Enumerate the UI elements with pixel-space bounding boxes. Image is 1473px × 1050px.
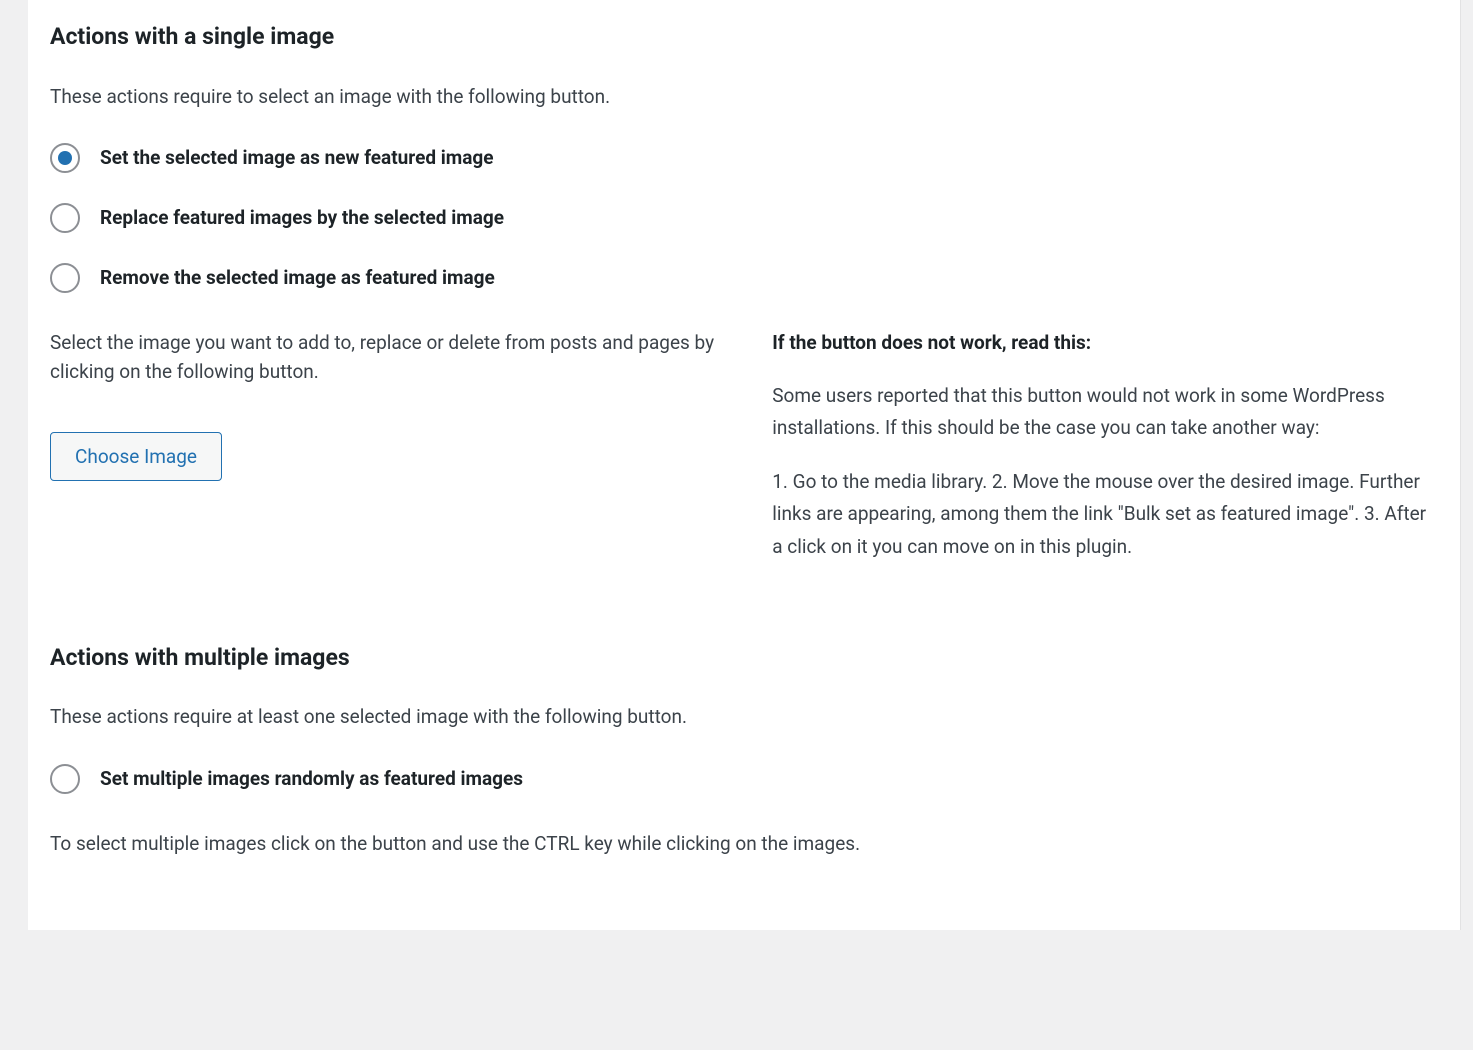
radio-icon [50, 263, 80, 293]
single-image-select-help: Select the image you want to add to, rep… [50, 329, 716, 386]
radio-label-replace: Replace featured images by the selected … [100, 204, 504, 233]
radio-option-remove[interactable]: Remove the selected image as featured im… [50, 263, 1438, 293]
single-image-radio-group: Set the selected image as new featured i… [50, 143, 1438, 293]
single-image-intro: These actions require to select an image… [50, 83, 1438, 112]
multiple-images-heading: Actions with multiple images [50, 641, 1438, 676]
single-image-columns: Select the image you want to add to, rep… [50, 329, 1438, 585]
troubleshoot-para-2: 1. Go to the media library. 2. Move the … [772, 466, 1438, 563]
multiple-images-intro: These actions require at least one selec… [50, 703, 1438, 732]
troubleshoot-heading: If the button does not work, read this: [772, 329, 1438, 358]
single-image-right-col: If the button does not work, read this: … [772, 329, 1438, 585]
radio-label-set: Set the selected image as new featured i… [100, 144, 494, 173]
multiple-images-radio-group: Set multiple images randomly as featured… [50, 764, 1438, 794]
troubleshoot-para-1: Some users reported that this button wou… [772, 380, 1438, 445]
radio-option-set[interactable]: Set the selected image as new featured i… [50, 143, 1438, 173]
settings-panel: Actions with a single image These action… [28, 0, 1461, 930]
choose-image-button[interactable]: Choose Image [50, 432, 222, 481]
radio-icon [50, 143, 80, 173]
single-image-left-col: Select the image you want to add to, rep… [50, 329, 716, 481]
multiple-images-select-help: To select multiple images click on the b… [50, 830, 1438, 859]
radio-icon [50, 203, 80, 233]
single-image-heading: Actions with a single image [50, 20, 1438, 55]
radio-option-random[interactable]: Set multiple images randomly as featured… [50, 764, 1438, 794]
radio-label-random: Set multiple images randomly as featured… [100, 765, 523, 794]
radio-option-replace[interactable]: Replace featured images by the selected … [50, 203, 1438, 233]
radio-label-remove: Remove the selected image as featured im… [100, 264, 495, 293]
radio-icon [50, 764, 80, 794]
